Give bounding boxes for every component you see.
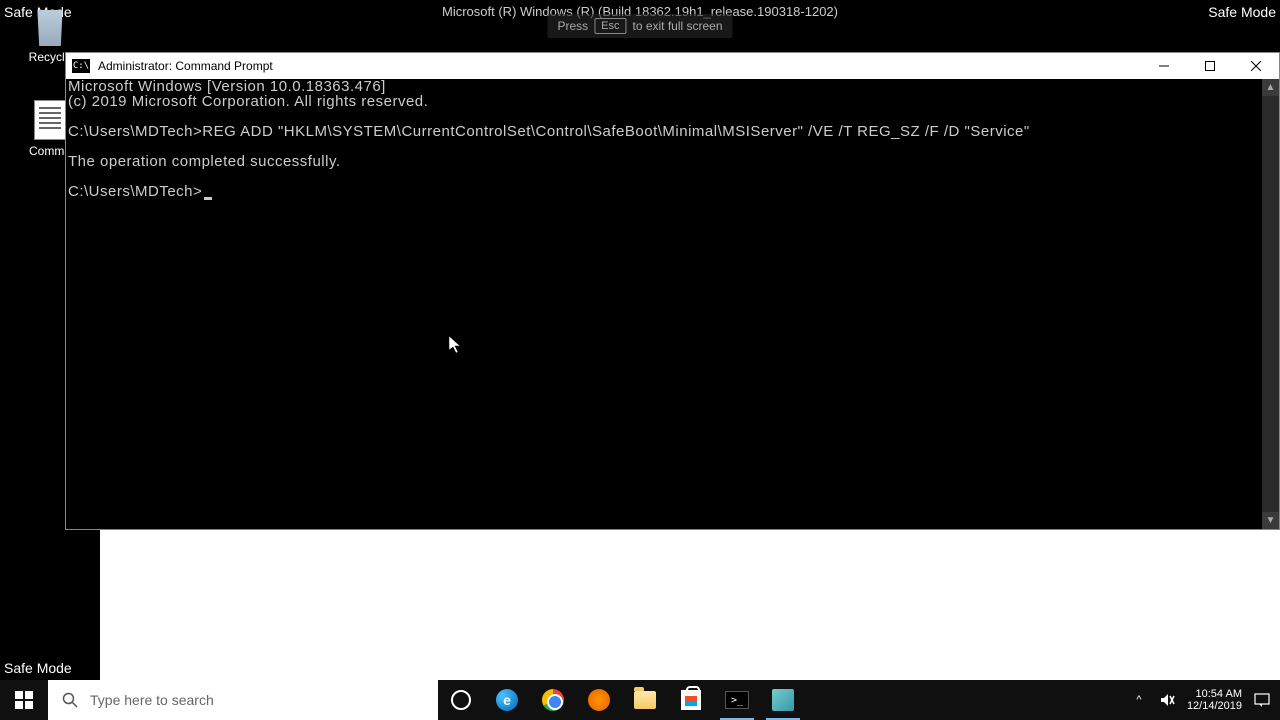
- recycle-bin-icon: [32, 10, 68, 46]
- chrome-taskbar-button[interactable]: [530, 680, 576, 720]
- taskbar: Type here to search >_ ^ 10:54 AM 12/14/…: [0, 680, 1280, 720]
- window-title-bar[interactable]: C:\ Administrator: Command Prompt: [66, 53, 1279, 79]
- window-title: Administrator: Command Prompt: [98, 59, 273, 73]
- volume-icon[interactable]: [1159, 692, 1175, 708]
- minimize-button[interactable]: [1141, 53, 1187, 79]
- tray-date: 12/14/2019: [1187, 700, 1242, 712]
- taskbar-pinned-apps: >_: [438, 680, 806, 720]
- file-explorer-taskbar-button[interactable]: [622, 680, 668, 720]
- scroll-up-arrow-icon[interactable]: ▲: [1262, 79, 1279, 96]
- maximize-button[interactable]: [1187, 53, 1233, 79]
- firefox-taskbar-button[interactable]: [576, 680, 622, 720]
- fullscreen-exit-hint: Press Esc to exit full screen: [547, 14, 732, 38]
- tray-time: 10:54 AM: [1187, 688, 1242, 700]
- cmd-title-icon: C:\: [72, 59, 90, 73]
- firefox-icon: [588, 689, 610, 711]
- folder-icon: [634, 691, 656, 709]
- safe-mode-label-bottom-left: Safe Mode: [4, 660, 72, 676]
- safe-mode-label-top-right: Safe Mode: [1208, 4, 1276, 20]
- tray-clock[interactable]: 10:54 AM 12/14/2019: [1187, 688, 1242, 712]
- esc-key-icon: Esc: [594, 18, 626, 34]
- tray-chevron-up-icon[interactable]: ^: [1131, 692, 1147, 708]
- vertical-scrollbar[interactable]: ▲ ▼: [1262, 79, 1279, 529]
- hint-rest: to exit full screen: [632, 19, 722, 33]
- cortana-icon: [451, 690, 471, 710]
- windows-logo-icon: [15, 691, 33, 709]
- search-placeholder: Type here to search: [90, 692, 214, 708]
- cortana-button[interactable]: [438, 680, 484, 720]
- start-button[interactable]: [0, 680, 48, 720]
- hint-press: Press: [557, 19, 588, 33]
- background-notepad-window[interactable]: [100, 528, 1280, 680]
- edge-icon: [496, 689, 518, 711]
- taskbar-search-box[interactable]: Type here to search: [48, 680, 438, 720]
- notepad-taskbar-button[interactable]: [760, 680, 806, 720]
- system-tray: ^ 10:54 AM 12/14/2019: [1121, 680, 1280, 720]
- store-icon: [681, 690, 701, 710]
- command-prompt-taskbar-button[interactable]: >_: [714, 680, 760, 720]
- scroll-down-arrow-icon[interactable]: ▼: [1262, 512, 1279, 529]
- console-text: Microsoft Windows [Version 10.0.18363.47…: [66, 79, 1262, 529]
- notepad-icon: [772, 689, 794, 711]
- microsoft-store-taskbar-button[interactable]: [668, 680, 714, 720]
- text-document-icon: [34, 100, 66, 140]
- console-output-area[interactable]: Microsoft Windows [Version 10.0.18363.47…: [66, 79, 1279, 529]
- edge-taskbar-button[interactable]: [484, 680, 530, 720]
- mouse-cursor-icon: [424, 319, 436, 337]
- cmd-icon: >_: [725, 691, 749, 709]
- scroll-track[interactable]: [1262, 96, 1279, 512]
- command-prompt-window: C:\ Administrator: Command Prompt Micros…: [65, 52, 1280, 530]
- close-button[interactable]: [1233, 53, 1279, 79]
- chrome-icon: [542, 689, 564, 711]
- cursor-icon: [204, 197, 212, 200]
- search-icon: [62, 692, 78, 708]
- action-center-icon[interactable]: [1254, 692, 1270, 708]
